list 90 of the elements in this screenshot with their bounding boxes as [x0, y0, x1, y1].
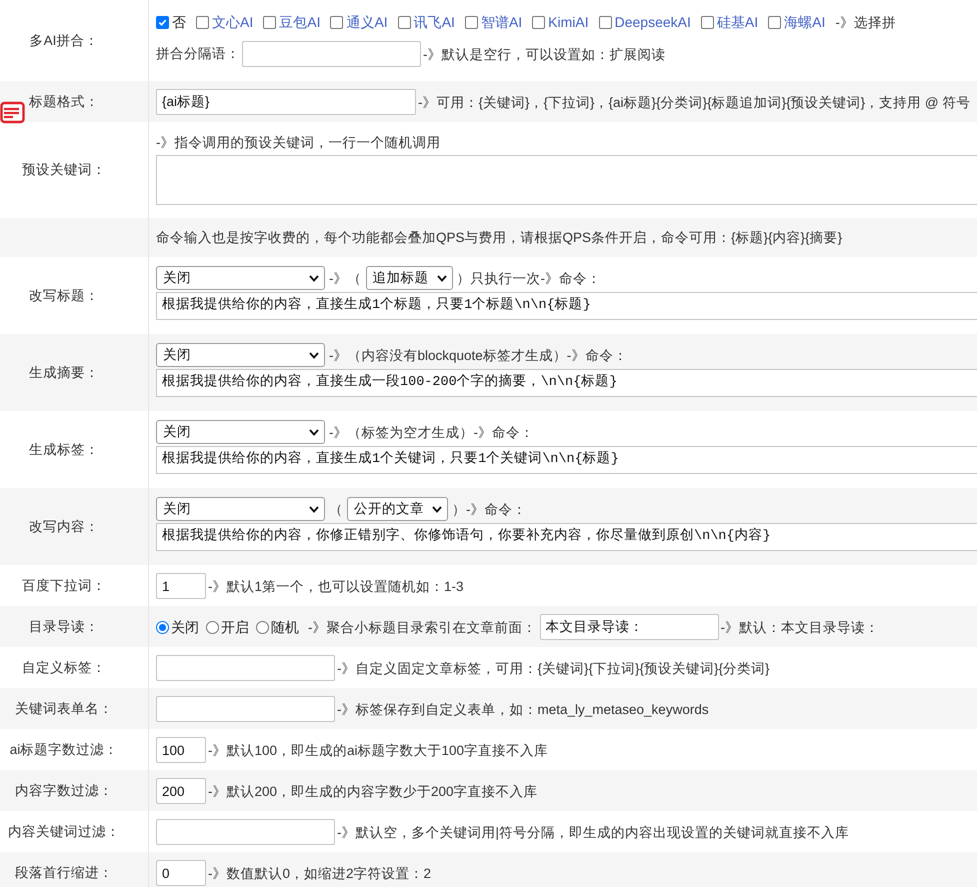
checkbox[interactable]	[464, 16, 478, 28]
radio-label[interactable]: 随机	[271, 618, 299, 636]
chevron-down-icon	[309, 428, 319, 436]
dropdown-select[interactable]: 关闭	[156, 343, 325, 367]
field-label: 关键词表单名：	[15, 700, 113, 718]
hint-text: -》数值默认0，如缩进2字符设置：2	[208, 864, 432, 882]
field-label: 改写标题：	[29, 286, 99, 304]
checkbox-label[interactable]: 智谱AI	[480, 12, 522, 32]
notice-text: 命令输入也是按字收费的，每个功能都会叠加QPS与费用，请根据QPS条件开启，命令可用：{标题}{内容}{摘要}	[156, 229, 844, 247]
hint-text: -》可用：{关键词}，{下拉词}，{ai标题}{分类词}{标题追加词}{预设关键词}，支持用 @ 符号	[418, 94, 970, 112]
radio-button[interactable]	[156, 620, 169, 634]
command-field[interactable]: 根据我提供给你的内容，直接生成1个标题，只要1个标题\n\n{标题}	[156, 292, 977, 320]
checkbox[interactable]	[156, 16, 169, 28]
field-label: 目录导读：	[29, 618, 99, 636]
command-field[interactable]: 根据我提供给你的内容，直接生成一段100-200个字的摘要，\n\n{标题}	[156, 369, 977, 397]
dropdown-select[interactable]: 公开的文章	[347, 497, 448, 521]
input-field[interactable]	[156, 655, 335, 681]
input-field[interactable]: 1	[156, 573, 206, 599]
checkbox[interactable]	[700, 16, 714, 28]
checkbox-label[interactable]: DeepseekAI	[614, 12, 691, 32]
checkbox[interactable]	[196, 16, 209, 28]
input-field[interactable]	[156, 696, 335, 722]
hint-text: -》（标签为空才生成）-》命令：	[329, 424, 534, 442]
command-field[interactable]: 根据我提供给你的内容，你修正错别字、你修饰语句，你要补充内容，你尽量做到原创\n\n{内容}	[156, 523, 977, 551]
chevron-down-icon	[436, 274, 446, 282]
field-label: 多AI拼合：	[30, 32, 98, 50]
hint-text: -》（	[329, 270, 362, 288]
checkbox-label[interactable]: KimiAI	[548, 12, 589, 32]
checkbox[interactable]	[263, 16, 276, 28]
hint-text: -》自定义固定文章标签，可用：{关键词}{下拉词}{预设关键词}{分类词}	[337, 660, 770, 678]
checkbox[interactable]	[532, 16, 546, 28]
field-label: 标题格式：	[29, 92, 99, 110]
field-label: 生成标签：	[29, 440, 99, 458]
checkbox-label[interactable]: 硅基AI	[716, 12, 758, 32]
checkbox[interactable]	[768, 16, 782, 28]
input-field[interactable]: {ai标题}	[156, 89, 416, 115]
hint-text: -》（内容没有blockquote标签才生成）-》命令：	[329, 346, 628, 364]
checkbox-label[interactable]: 讯飞AI	[414, 12, 455, 32]
checkbox[interactable]	[398, 16, 411, 28]
radio-label[interactable]: 关闭	[171, 618, 199, 636]
hint-text: （	[329, 500, 343, 518]
command-field[interactable]: 根据我提供给你的内容，直接生成1个关键词，只要1个关键词\n\n{标题}	[156, 446, 977, 474]
field-label: 内容字数过滤：	[15, 782, 113, 800]
hint-text: ）只执行一次-》命令：	[456, 270, 601, 288]
field-label: 预设关键词：	[22, 161, 106, 179]
checkbox-label[interactable]: 文心AI	[212, 12, 254, 32]
field-label: 自定义标签：	[22, 658, 106, 676]
chevron-down-icon	[309, 274, 319, 282]
chevron-down-icon	[309, 352, 319, 358]
dropdown-select[interactable]: 追加标题	[366, 266, 452, 290]
list-icon[interactable]	[0, 101, 26, 125]
input-field[interactable]: 0	[156, 860, 206, 886]
input-field[interactable]	[242, 41, 421, 67]
radio-label[interactable]: 开启	[221, 618, 249, 636]
field-label: 段落首行缩进：	[15, 864, 113, 882]
hint-text: -》默认100，即生成的ai标题字数大于100字直接不入库	[208, 742, 548, 760]
hint-text: -》标签保存到自定义表单，如：meta_ly_metaseo_keywords	[337, 700, 709, 718]
input-field[interactable]: 本文目录导读：	[540, 614, 718, 640]
dropdown-select[interactable]: 关闭	[156, 266, 325, 290]
dropdown-select[interactable]: 关闭	[156, 497, 325, 521]
field-label: 百度下拉词：	[22, 576, 106, 594]
hint-text: -》默认：本文目录导读：	[720, 618, 879, 636]
checkbox-label[interactable]: 否	[172, 12, 186, 32]
hint-text: -》默认空，多个关键词用|符号分隔，即生成的内容出现设置的关键词就直接不入库	[337, 824, 850, 842]
radio-button[interactable]	[256, 620, 269, 634]
hint-text: ）-》命令：	[452, 500, 526, 518]
field-label: ai标题字数过滤：	[10, 740, 118, 758]
field-label: 内容关键词过滤：	[8, 822, 120, 840]
input-field[interactable]: 200	[156, 778, 206, 804]
checkbox-label[interactable]: 海螺AI	[784, 12, 826, 32]
field-label: 拼合分隔语：	[156, 45, 240, 63]
input-field[interactable]	[156, 819, 335, 845]
dropdown-select[interactable]: 关闭	[156, 420, 325, 444]
checkbox[interactable]	[330, 16, 344, 28]
hint-text: -》选择拼	[835, 14, 896, 32]
field-label: 改写内容：	[29, 518, 99, 536]
radio-button[interactable]	[206, 620, 219, 634]
hint-text: -》指令调用的预设关键词，一行一个随机调用	[156, 134, 440, 152]
checkbox[interactable]	[598, 16, 612, 28]
hint-text: -》默认是空行，可以设置如：扩展阅读	[423, 46, 666, 64]
hint-text: -》默认1第一个，也可以设置随机如：1-3	[208, 578, 464, 596]
input-field[interactable]: 100	[156, 737, 206, 763]
checkbox-label[interactable]: 通义AI	[346, 12, 388, 32]
hint-text: -》默认200，即生成的内容字数少于200字直接不入库	[208, 782, 538, 800]
chevron-down-icon	[432, 506, 442, 512]
checkbox-label[interactable]: 豆包AI	[279, 12, 320, 32]
textarea-field[interactable]	[156, 155, 977, 205]
hint-text: -》聚合小标题目录索引在文章前面：	[308, 618, 536, 636]
chevron-down-icon	[309, 506, 319, 512]
field-label: 生成摘要：	[29, 364, 99, 382]
